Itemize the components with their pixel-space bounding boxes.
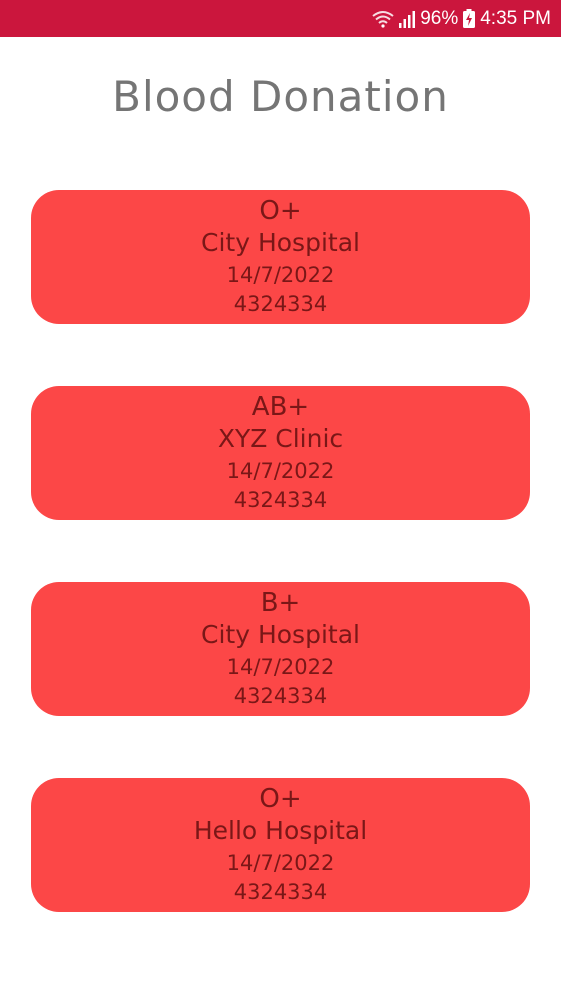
blood-type: B+ [260, 588, 301, 618]
contact-number: 4324334 [233, 292, 328, 316]
page-title: Blood Donation [112, 72, 449, 121]
donation-date: 14/7/2022 [226, 263, 335, 287]
contact-number: 4324334 [233, 488, 328, 512]
blood-type: AB+ [251, 392, 310, 422]
wifi-icon [372, 10, 394, 28]
donation-date: 14/7/2022 [226, 851, 335, 875]
contact-number: 4324334 [233, 684, 328, 708]
status-bar: 96% 4:35 PM [0, 0, 561, 37]
hospital-name: City Hospital [201, 228, 360, 257]
hospital-name: City Hospital [201, 620, 360, 649]
status-time: 4:35 PM [480, 7, 551, 29]
signal-icon [399, 10, 416, 28]
contact-number: 4324334 [233, 880, 328, 904]
battery-charging-icon [463, 9, 476, 28]
donation-card[interactable]: O+ City Hospital 14/7/2022 4324334 [31, 190, 530, 324]
donation-date: 14/7/2022 [226, 459, 335, 483]
donation-card[interactable]: O+ Hello Hospital 14/7/2022 4324334 [31, 778, 530, 912]
battery-percentage: 96% [420, 7, 459, 29]
hospital-name: Hello Hospital [193, 816, 368, 845]
blood-type: O+ [259, 196, 302, 226]
donation-date: 14/7/2022 [226, 655, 335, 679]
hospital-name: XYZ Clinic [217, 424, 344, 453]
blood-type: O+ [259, 784, 302, 814]
donation-card[interactable]: B+ City Hospital 14/7/2022 4324334 [31, 582, 530, 716]
donation-card[interactable]: AB+ XYZ Clinic 14/7/2022 4324334 [31, 386, 530, 520]
status-indicators: 96% 4:35 PM [372, 0, 551, 37]
